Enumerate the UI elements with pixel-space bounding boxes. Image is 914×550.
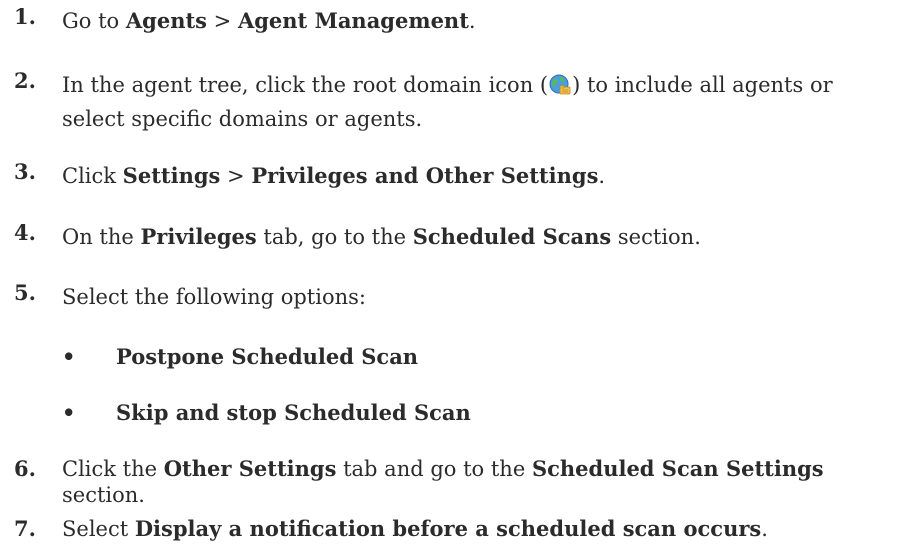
ui-term-other-settings: Other Settings <box>163 456 337 481</box>
step-text: Go to Agents > Agent Management. <box>62 8 476 33</box>
bullet-icon: • <box>62 400 76 425</box>
bullet-icon: • <box>62 344 76 369</box>
ui-term-scheduled-scan-settings: Scheduled Scan Settings <box>531 456 824 481</box>
ui-term-scheduled-scans: Scheduled Scans <box>412 224 612 249</box>
step-number: 3. <box>14 159 36 184</box>
ui-term-agent-management: Agent Management <box>237 8 469 33</box>
step-number: 5. <box>14 280 36 305</box>
ui-term-agents: Agents <box>125 8 207 33</box>
ui-term-settings: Settings <box>122 163 221 188</box>
step-number: 2. <box>14 68 36 93</box>
step-number: 7. <box>14 516 36 541</box>
step-text: On the Privileges tab, go to the Schedul… <box>62 224 701 249</box>
step-number: 1. <box>14 4 36 29</box>
step-number: 6. <box>14 456 36 481</box>
ui-term-display-notification: Display a notification before a schedule… <box>134 516 762 541</box>
option-label: Skip and stop Scheduled Scan <box>116 400 471 425</box>
ui-term-privileges-and-other-settings: Privileges and Other Settings <box>251 163 599 188</box>
step-text: Click the Other Settings tab and go to t… <box>62 456 824 507</box>
ui-term-privileges: Privileges <box>140 224 257 249</box>
step-number: 4. <box>14 220 36 245</box>
step-text: Click Settings > Privileges and Other Se… <box>62 163 606 188</box>
step-text: In the agent tree, click the root domain… <box>62 72 833 131</box>
step-text: Select the following options: <box>62 285 366 309</box>
step-text: Select Display a notification before a s… <box>62 516 768 541</box>
root-domain-globe-icon <box>549 72 571 95</box>
option-label: Postpone Scheduled Scan <box>116 344 419 369</box>
